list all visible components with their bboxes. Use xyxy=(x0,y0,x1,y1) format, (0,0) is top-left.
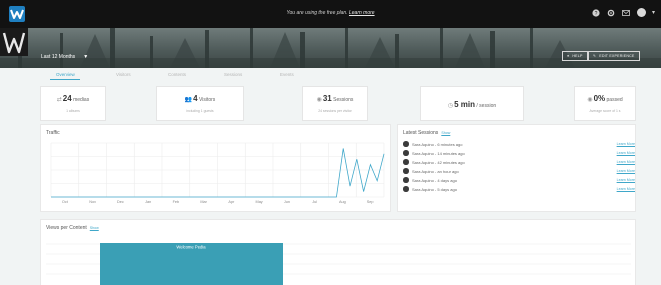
pencil-icon: ✎ xyxy=(593,54,597,58)
list-item: Sara Aquino - 6 minutes ago Learn More xyxy=(403,141,635,147)
traffic-panel: Traffic Oct Nov Dec Jan Feb Mar Apr May Jun Jul Au… xyxy=(40,124,391,212)
stat-card-visitors: 👥4 Visitors including 1 guests xyxy=(156,86,244,121)
list-item: Sara Aquino - 14 minutes ago Learn More xyxy=(403,150,635,156)
x-tick-label: Apr xyxy=(228,200,235,204)
forest-background xyxy=(0,28,661,68)
experience-logo xyxy=(0,28,28,56)
settings-icon[interactable] xyxy=(607,8,616,17)
x-tick-label: Mar xyxy=(200,200,207,204)
x-tick-label: Jul xyxy=(312,200,317,204)
list-item: Sara Aquino - 5 days ago Learn More xyxy=(403,186,635,192)
stat-card-sessions: ◉31 Sessions 24 sessions per visitor xyxy=(302,86,368,121)
list-item: Sara Aquino - 4 days ago Learn More xyxy=(403,177,635,183)
chevron-down-icon[interactable]: ▾ xyxy=(652,9,655,16)
latest-sessions-show-link[interactable]: Show xyxy=(441,131,450,135)
learn-more-link[interactable]: Learn more xyxy=(349,10,375,16)
x-tick-label: Jun xyxy=(284,200,290,204)
stat-card-session-length: ◷5 min / session xyxy=(420,86,524,121)
percent-icon: ◉ xyxy=(587,97,593,103)
learn-more-link[interactable]: Learn More xyxy=(617,142,635,146)
clock-icon: ◷ xyxy=(447,103,454,109)
views-chart: Welcome Pedia xyxy=(46,243,631,285)
x-tick-label: Jan xyxy=(145,200,151,204)
caret-down-icon: ▼ xyxy=(83,54,89,60)
learn-more-link[interactable]: Learn More xyxy=(617,187,635,191)
section-tabs: Overview Visitors Contents Sessions Even… xyxy=(0,68,661,82)
x-tick-label: Oct xyxy=(62,200,69,204)
tab-visitors[interactable]: Visitors xyxy=(116,72,131,77)
edit-experience-button[interactable]: ✎ EDIT EXPERIENCE xyxy=(588,51,640,61)
plan-notice: You are using the free plan. Learn more xyxy=(0,10,661,16)
x-tick-label: Nov xyxy=(89,200,96,204)
visitors-icon: 👥 xyxy=(184,97,193,103)
x-tick-label: Sep xyxy=(367,200,374,204)
stat-card-medias: ⇄24 medias 1 albums xyxy=(40,86,106,121)
x-tick-label: May xyxy=(256,200,263,204)
latest-sessions-panel: Latest Sessions Show Sara Aquino - 6 minu… xyxy=(397,124,636,212)
list-item: Sara Aquino - 42 minutes ago Learn More xyxy=(403,159,635,165)
help-icon[interactable]: ? xyxy=(592,8,601,17)
learn-more-link[interactable]: Learn More xyxy=(617,160,635,164)
tab-contents[interactable]: Contents xyxy=(168,72,186,77)
user-avatar[interactable] xyxy=(636,8,646,17)
tab-sessions[interactable]: Sessions xyxy=(224,72,242,77)
share-icon: ⇄ xyxy=(56,97,62,103)
user-icon xyxy=(403,168,409,174)
x-tick-label: Dec xyxy=(117,200,124,204)
user-icon xyxy=(403,150,409,156)
tab-overview[interactable]: Overview xyxy=(56,72,75,77)
info-icon: ● xyxy=(567,54,570,58)
list-item: Sara Aquino - an hour ago Learn More xyxy=(403,168,635,174)
learn-more-link[interactable]: Learn More xyxy=(617,151,635,155)
latest-sessions-title: Latest Sessions Show xyxy=(403,130,451,136)
svg-text:?: ? xyxy=(595,10,598,16)
tab-events[interactable]: Events xyxy=(280,72,294,77)
period-label: Last 12 Months xyxy=(41,54,76,60)
learn-more-link[interactable]: Learn More xyxy=(617,169,635,173)
plan-notice-text: You are using the free plan. xyxy=(286,10,348,16)
views-per-content-panel: Views per Content Show Welcome Pedia xyxy=(40,219,636,285)
mail-icon[interactable] xyxy=(622,8,631,17)
user-icon xyxy=(403,177,409,183)
active-tab-indicator xyxy=(50,79,80,80)
help-button[interactable]: ● HELP xyxy=(562,51,588,61)
period-selector[interactable]: Last 12 Months ▼ xyxy=(41,54,88,60)
x-tick-label: Feb xyxy=(173,200,180,204)
hero-banner: Last 12 Months ▼ ● HELP ✎ EDIT EXPERIENC… xyxy=(0,28,661,68)
user-icon xyxy=(403,141,409,147)
stat-card-passed: ◉0% passed Average score of 1 s xyxy=(574,86,636,121)
content-bar-label: Welcome Pedia xyxy=(176,245,206,250)
x-tick-label: Aug xyxy=(339,200,346,204)
traffic-chart: Oct Nov Dec Jan Feb Mar Apr May Jun Jul Aug Sep xyxy=(50,142,385,204)
eye-icon: ◉ xyxy=(316,97,322,103)
user-icon xyxy=(403,159,409,165)
user-icon xyxy=(403,186,409,192)
learn-more-link[interactable]: Learn More xyxy=(617,178,635,182)
top-bar: You are using the free plan. Learn more … xyxy=(0,0,661,28)
